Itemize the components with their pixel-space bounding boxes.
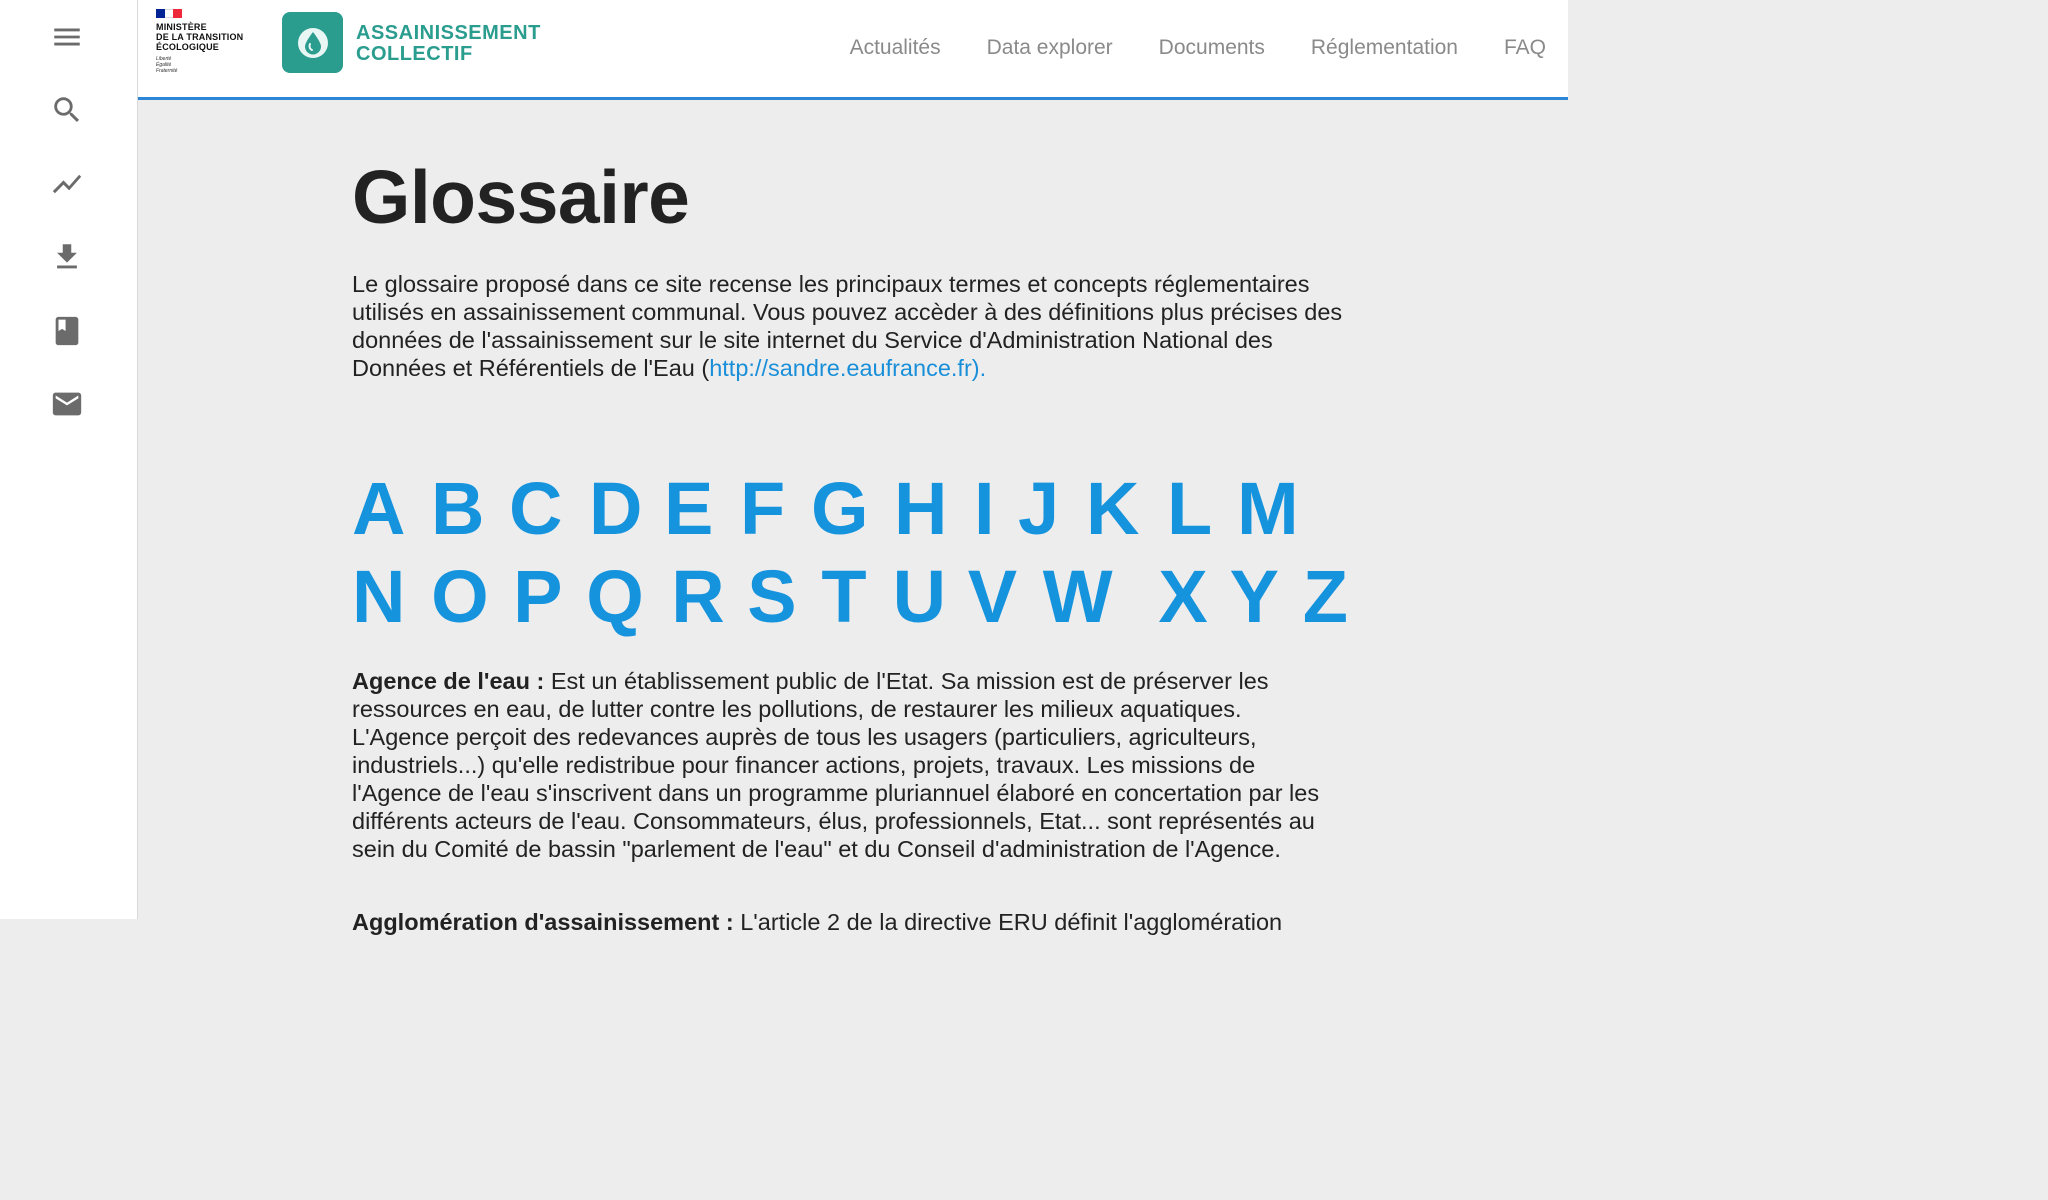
data-explorer-button[interactable] — [43, 160, 91, 208]
app-title-line-1: ASSAINISSEMENT — [356, 22, 541, 44]
main-nav: Actualités Data explorer Documents Régle… — [850, 36, 1546, 60]
letter-link-e[interactable]: E — [664, 466, 740, 551]
nav-faq[interactable]: FAQ — [1504, 36, 1546, 60]
letter-link-j[interactable]: J — [1018, 466, 1086, 551]
letter-link-b[interactable]: B — [431, 466, 509, 551]
app-logo[interactable] — [282, 12, 343, 73]
nav-documents[interactable]: Documents — [1159, 36, 1265, 60]
search-icon — [54, 97, 80, 123]
letter-link-a[interactable]: A — [352, 466, 431, 551]
letter-link-h[interactable]: H — [894, 466, 974, 551]
glossary-entry: Agglomération d'assainissement : L'artic… — [352, 908, 1342, 936]
letter-link-g[interactable]: G — [811, 466, 894, 551]
menu-button[interactable] — [43, 13, 91, 61]
alphabet-row-2: NOPQRSTUVWXYZ — [352, 552, 1362, 640]
ministry-motto: Liberté Égalité Fraternité — [156, 56, 266, 74]
glossary-term: Agglomération d'assainissement : — [352, 909, 734, 935]
french-flag-icon — [156, 9, 183, 18]
letter-link-s[interactable]: S — [747, 554, 821, 639]
letter-link-u[interactable]: U — [893, 554, 968, 639]
glossary-definition: Est un établissement public de l'Etat. S… — [352, 668, 1320, 862]
letter-link-o[interactable]: O — [431, 554, 513, 639]
letter-link-q[interactable]: Q — [586, 554, 671, 639]
ministry-line-3: ÉCOLOGIQUE — [156, 42, 220, 52]
trending-chart-icon — [52, 174, 82, 194]
download-button[interactable] — [43, 233, 91, 281]
alphabet-row-1: ABCDEFGHIJKLM — [352, 464, 1362, 552]
letter-link-x[interactable]: X — [1158, 554, 1229, 639]
letter-link-v[interactable]: V — [968, 554, 1043, 639]
letter-link-c[interactable]: C — [509, 466, 589, 551]
letter-link-l[interactable]: L — [1167, 466, 1237, 551]
letter-link-w[interactable]: W — [1043, 554, 1159, 639]
letter-link-y[interactable]: Y — [1230, 554, 1303, 639]
ministry-line-2: DE LA TRANSITION — [156, 32, 244, 42]
motto-line-3: Fraternité — [156, 68, 178, 74]
letter-link-f[interactable]: F — [740, 466, 811, 551]
letter-link-i[interactable]: I — [974, 466, 1018, 551]
glossary-button[interactable] — [43, 307, 91, 355]
letter-link-r[interactable]: R — [671, 554, 747, 639]
contact-button[interactable] — [43, 380, 91, 428]
page-title: Glossaire — [352, 155, 690, 239]
water-drop-icon — [297, 27, 328, 58]
letter-link-d[interactable]: D — [589, 466, 664, 551]
glossary-term: Agence de l'eau : — [352, 668, 545, 694]
top-header: MINISTÈRE DE LA TRANSITION ÉCOLOGIQUE Li… — [138, 0, 1568, 100]
letter-link-k[interactable]: K — [1086, 466, 1167, 551]
letter-link-p[interactable]: P — [513, 554, 586, 639]
ministry-logo[interactable]: MINISTÈRE DE LA TRANSITION ÉCOLOGIQUE Li… — [156, 9, 266, 74]
download-icon — [57, 244, 77, 269]
glossary-entry: Agence de l'eau : Est un établissement p… — [352, 667, 1342, 863]
sidebar — [0, 0, 138, 919]
letter-link-z[interactable]: Z — [1303, 554, 1362, 639]
app-title-line-2: COLLECTIF — [356, 43, 473, 65]
sandre-link[interactable]: http://sandre.eaufrance.fr). — [709, 355, 986, 381]
menu-icon — [54, 28, 80, 46]
letter-link-t[interactable]: T — [821, 554, 892, 639]
letter-link-n[interactable]: N — [352, 554, 431, 639]
app-title[interactable]: ASSAINISSEMENT COLLECTIF — [356, 23, 541, 65]
ministry-line-1: MINISTÈRE — [156, 22, 207, 32]
letter-link-m[interactable]: M — [1237, 466, 1307, 551]
search-button[interactable] — [43, 86, 91, 134]
glossary-definition: L'article 2 de la directive ERU définit … — [733, 909, 1283, 935]
nav-reglementation[interactable]: Réglementation — [1311, 36, 1458, 60]
nav-data-explorer[interactable]: Data explorer — [987, 36, 1113, 60]
mail-icon — [52, 392, 82, 416]
alphabet-index: ABCDEFGHIJKLM NOPQRSTUVWXYZ — [352, 464, 1362, 640]
intro-paragraph: Le glossaire proposé dans ce site recens… — [352, 270, 1352, 382]
book-icon — [55, 316, 79, 346]
nav-actualites[interactable]: Actualités — [850, 36, 941, 60]
